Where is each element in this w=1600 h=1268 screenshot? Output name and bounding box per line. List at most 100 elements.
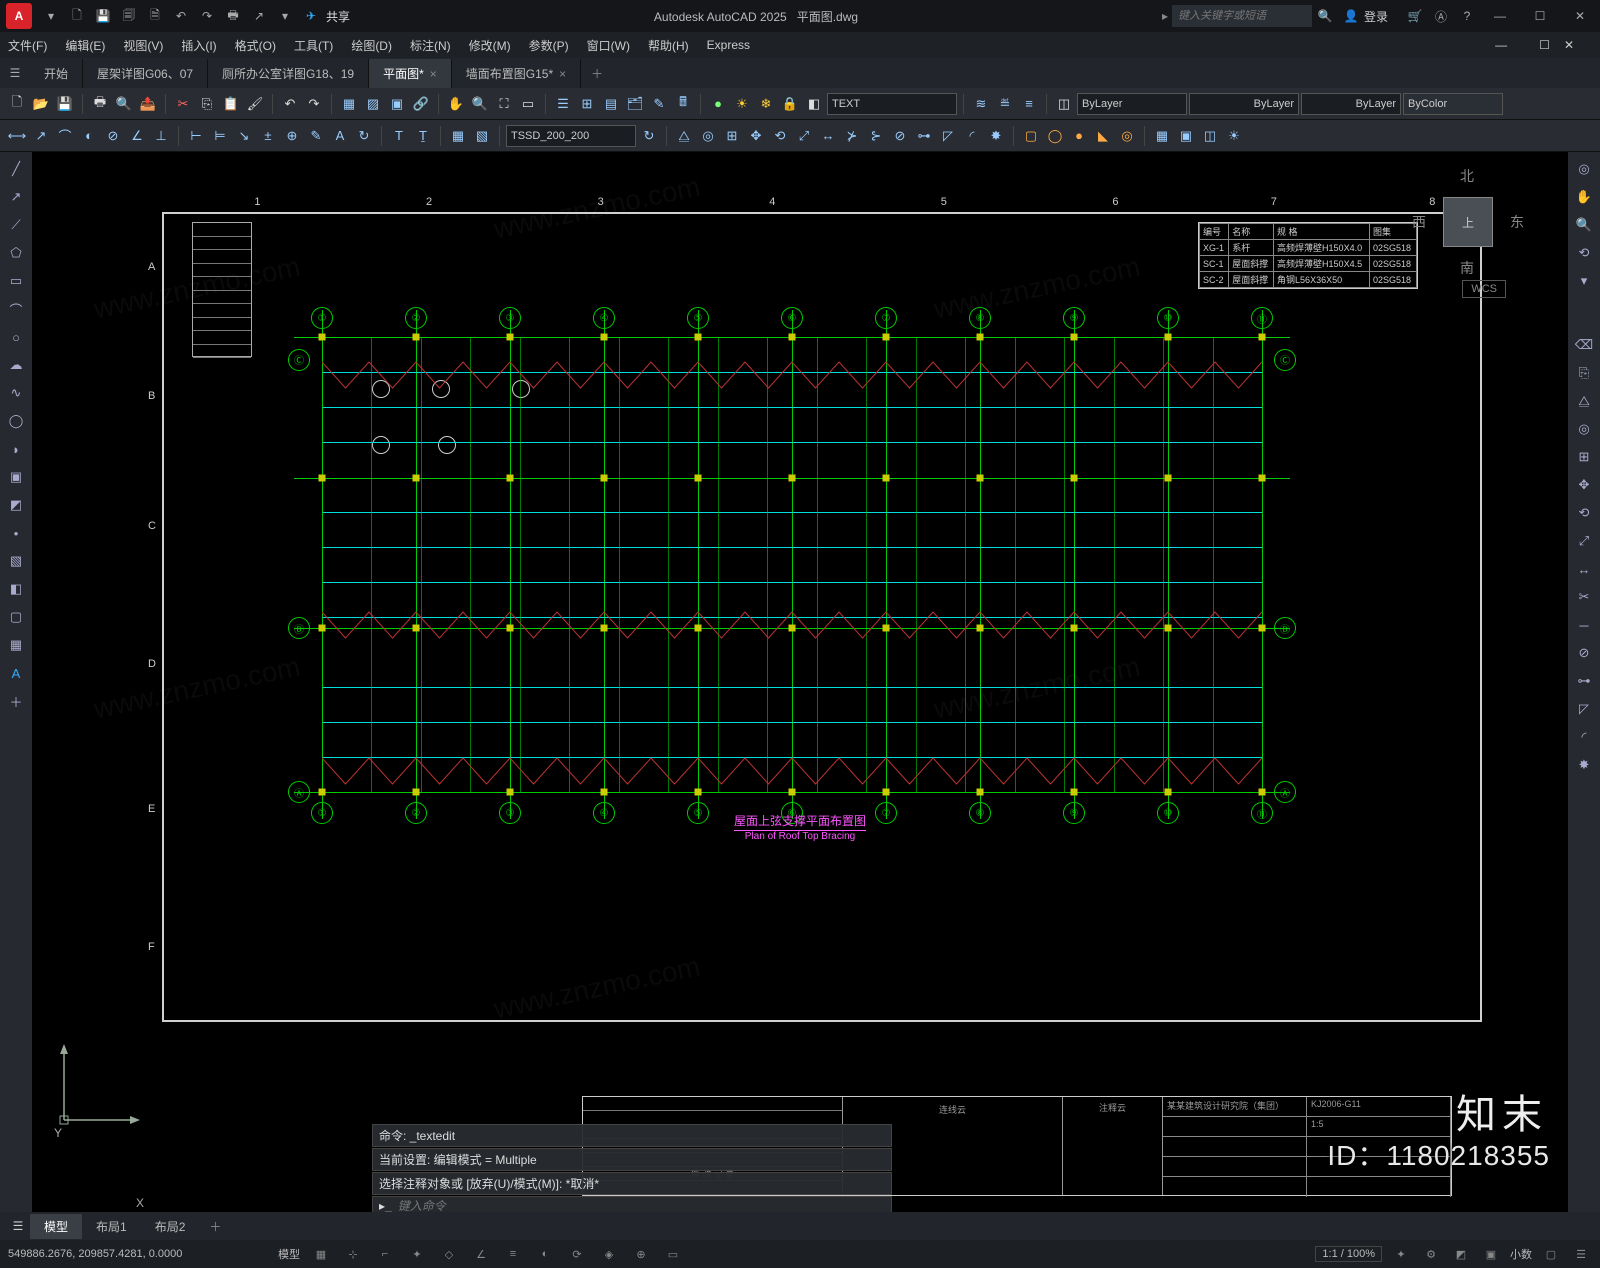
gradient-icon[interactable]: ◧ — [5, 578, 27, 600]
menu-help[interactable]: 帮助(H) — [648, 37, 689, 54]
pline-icon[interactable]: ⟋ — [5, 214, 27, 236]
qat-more-icon[interactable]: ▾ — [274, 5, 296, 27]
ltype-combo[interactable] — [1189, 93, 1299, 115]
insert-icon[interactable]: ▣ — [386, 93, 408, 115]
dim-upd-icon[interactable]: ↻ — [353, 125, 375, 147]
snap-toggle-icon[interactable]: ⊹ — [342, 1243, 364, 1265]
xline-icon[interactable]: ↗ — [5, 186, 27, 208]
props-icon[interactable]: ☰ — [552, 93, 574, 115]
copy-icon[interactable]: ⎘ — [196, 93, 218, 115]
share-label[interactable]: 共享 — [326, 8, 350, 25]
layer-sun-icon[interactable]: ☀ — [731, 93, 753, 115]
clean-icon[interactable]: ▢ — [1540, 1243, 1562, 1265]
dim-angular-icon[interactable]: ∠ — [126, 125, 148, 147]
viewcube-s[interactable]: 南 — [1460, 258, 1474, 278]
qat-redo-icon[interactable]: ↷ — [196, 5, 218, 27]
qat-print-icon[interactable]: 🖶 — [222, 5, 244, 27]
layer-color-icon[interactable]: ◧ — [803, 93, 825, 115]
units-label[interactable]: 小数 — [1510, 1246, 1532, 1262]
zoom-win-icon[interactable]: ▭ — [517, 93, 539, 115]
nav-zoom-icon[interactable]: 🔍 — [1573, 214, 1595, 236]
tab-1[interactable]: 屋架详图G06、07 — [83, 59, 208, 88]
mtext-icon[interactable]: Ṯ — [412, 125, 434, 147]
mod-chamfer-icon[interactable]: ◸ — [1573, 698, 1595, 720]
layout-add-icon[interactable]: ＋ — [199, 1214, 231, 1239]
dim-leader-icon[interactable]: ↘ — [233, 125, 255, 147]
dc-icon[interactable]: ⊞ — [576, 93, 598, 115]
makeblk-icon[interactable]: ◩ — [5, 494, 27, 516]
window-close-icon[interactable]: ✕ — [1560, 0, 1600, 32]
zoom-in-icon[interactable]: 🔍 — [469, 93, 491, 115]
mod-array-icon[interactable]: ⊞ — [1573, 446, 1595, 468]
zoom-ext-icon[interactable]: ⛶ — [493, 93, 515, 115]
ellipsearc-icon[interactable]: ◗ — [5, 438, 27, 460]
dyn-toggle-icon[interactable]: ⊕ — [630, 1243, 652, 1265]
extend-icon[interactable]: ⊱ — [865, 125, 887, 147]
search-icon[interactable]: 🔍 — [1314, 5, 1336, 27]
table2-icon[interactable]: ▦ — [5, 634, 27, 656]
layout-menu-icon[interactable]: ☰ — [6, 1219, 30, 1233]
mod-copy-icon[interactable]: ⎘ — [1573, 362, 1595, 384]
spline-icon[interactable]: ∿ — [5, 382, 27, 404]
plotstyle-combo[interactable] — [1403, 93, 1503, 115]
mod-offset-icon[interactable]: ◎ — [1573, 418, 1595, 440]
view1-icon[interactable]: ▦ — [1151, 125, 1173, 147]
menu-tools[interactable]: 工具(T) — [294, 37, 333, 54]
lweight-combo[interactable] — [1301, 93, 1401, 115]
trim-icon[interactable]: ⊁ — [841, 125, 863, 147]
preview-icon[interactable]: 🔍 — [113, 93, 135, 115]
mirror-icon[interactable]: ⧋ — [673, 125, 695, 147]
command-input-row[interactable]: ▸_ — [372, 1196, 892, 1212]
cylinder-icon[interactable]: ◯ — [1044, 125, 1066, 147]
layer-tool1-icon[interactable]: ≋ — [970, 93, 992, 115]
tab-4[interactable]: 墙面布置图G15*× — [452, 59, 581, 88]
layout-model[interactable]: 模型 — [30, 1214, 82, 1239]
dim-aligned-icon[interactable]: ↗ — [30, 125, 52, 147]
dim-ord-icon[interactable]: ⊥ — [150, 125, 172, 147]
tab-start[interactable]: 开始 — [30, 59, 83, 88]
menu-view[interactable]: 视图(V) — [123, 37, 163, 54]
dim-dia-icon[interactable]: ⊘ — [102, 125, 124, 147]
doc-close-icon[interactable]: ✕ — [1564, 38, 1574, 52]
block-icon[interactable]: ▦ — [338, 93, 360, 115]
qat-undo-icon[interactable]: ↶ — [170, 5, 192, 27]
layer-combo[interactable] — [827, 93, 957, 115]
mod-erase-icon[interactable]: ⌫ — [1573, 334, 1595, 356]
mod-trim-icon[interactable]: ✂ — [1573, 586, 1595, 608]
layout-1[interactable]: 布局1 — [82, 1214, 141, 1239]
autodesk-icon[interactable]: Ⓐ — [1430, 5, 1452, 27]
dim-radius-icon[interactable]: ◐ — [78, 125, 100, 147]
cmd-chevron-icon[interactable]: ▸_ — [379, 1199, 392, 1212]
lwt-toggle-icon[interactable]: ≡ — [502, 1243, 524, 1265]
dim-linear-icon[interactable]: ⟷ — [6, 125, 28, 147]
publish-icon[interactable]: 📤 — [137, 93, 159, 115]
window-min-icon[interactable]: — — [1480, 0, 1520, 32]
array-icon[interactable]: ⊞ — [721, 125, 743, 147]
insertblk-icon[interactable]: ▣ — [5, 466, 27, 488]
viewcube[interactable]: 北 东 南 西 上 — [1418, 172, 1518, 272]
hw-icon[interactable]: ▣ — [1480, 1243, 1502, 1265]
qat-open-icon[interactable]: 🗋 — [66, 5, 88, 27]
menu-express[interactable]: Express — [707, 38, 750, 52]
rotate-icon[interactable]: ⟲ — [769, 125, 791, 147]
ellipse-icon[interactable]: ◯ — [5, 410, 27, 432]
box-icon[interactable]: ▢ — [1020, 125, 1042, 147]
space-label[interactable]: 模型 — [278, 1246, 300, 1262]
arc-icon[interactable]: ⌒ — [5, 298, 27, 320]
menu-dim[interactable]: 标注(N) — [410, 37, 451, 54]
text-icon[interactable]: T — [388, 125, 410, 147]
viewcube-face[interactable]: 上 — [1443, 197, 1493, 247]
fillet-icon[interactable]: ◜ — [961, 125, 983, 147]
iso-icon[interactable]: ◩ — [1450, 1243, 1472, 1265]
layer-lock-icon[interactable]: 🔒 — [779, 93, 801, 115]
dim-tol-icon[interactable]: ± — [257, 125, 279, 147]
dim-edit-icon[interactable]: ✎ — [305, 125, 327, 147]
table-icon[interactable]: ▦ — [447, 125, 469, 147]
torus-icon[interactable]: ◎ — [1116, 125, 1138, 147]
tab-3[interactable]: 平面图*× — [369, 59, 452, 88]
qat-arrow-icon[interactable]: ↗ — [248, 5, 270, 27]
break-icon[interactable]: ⊘ — [889, 125, 911, 147]
doc-min-icon[interactable]: — — [1495, 38, 1507, 52]
help-icon[interactable]: ? — [1456, 5, 1478, 27]
dim-center-icon[interactable]: ⊕ — [281, 125, 303, 147]
